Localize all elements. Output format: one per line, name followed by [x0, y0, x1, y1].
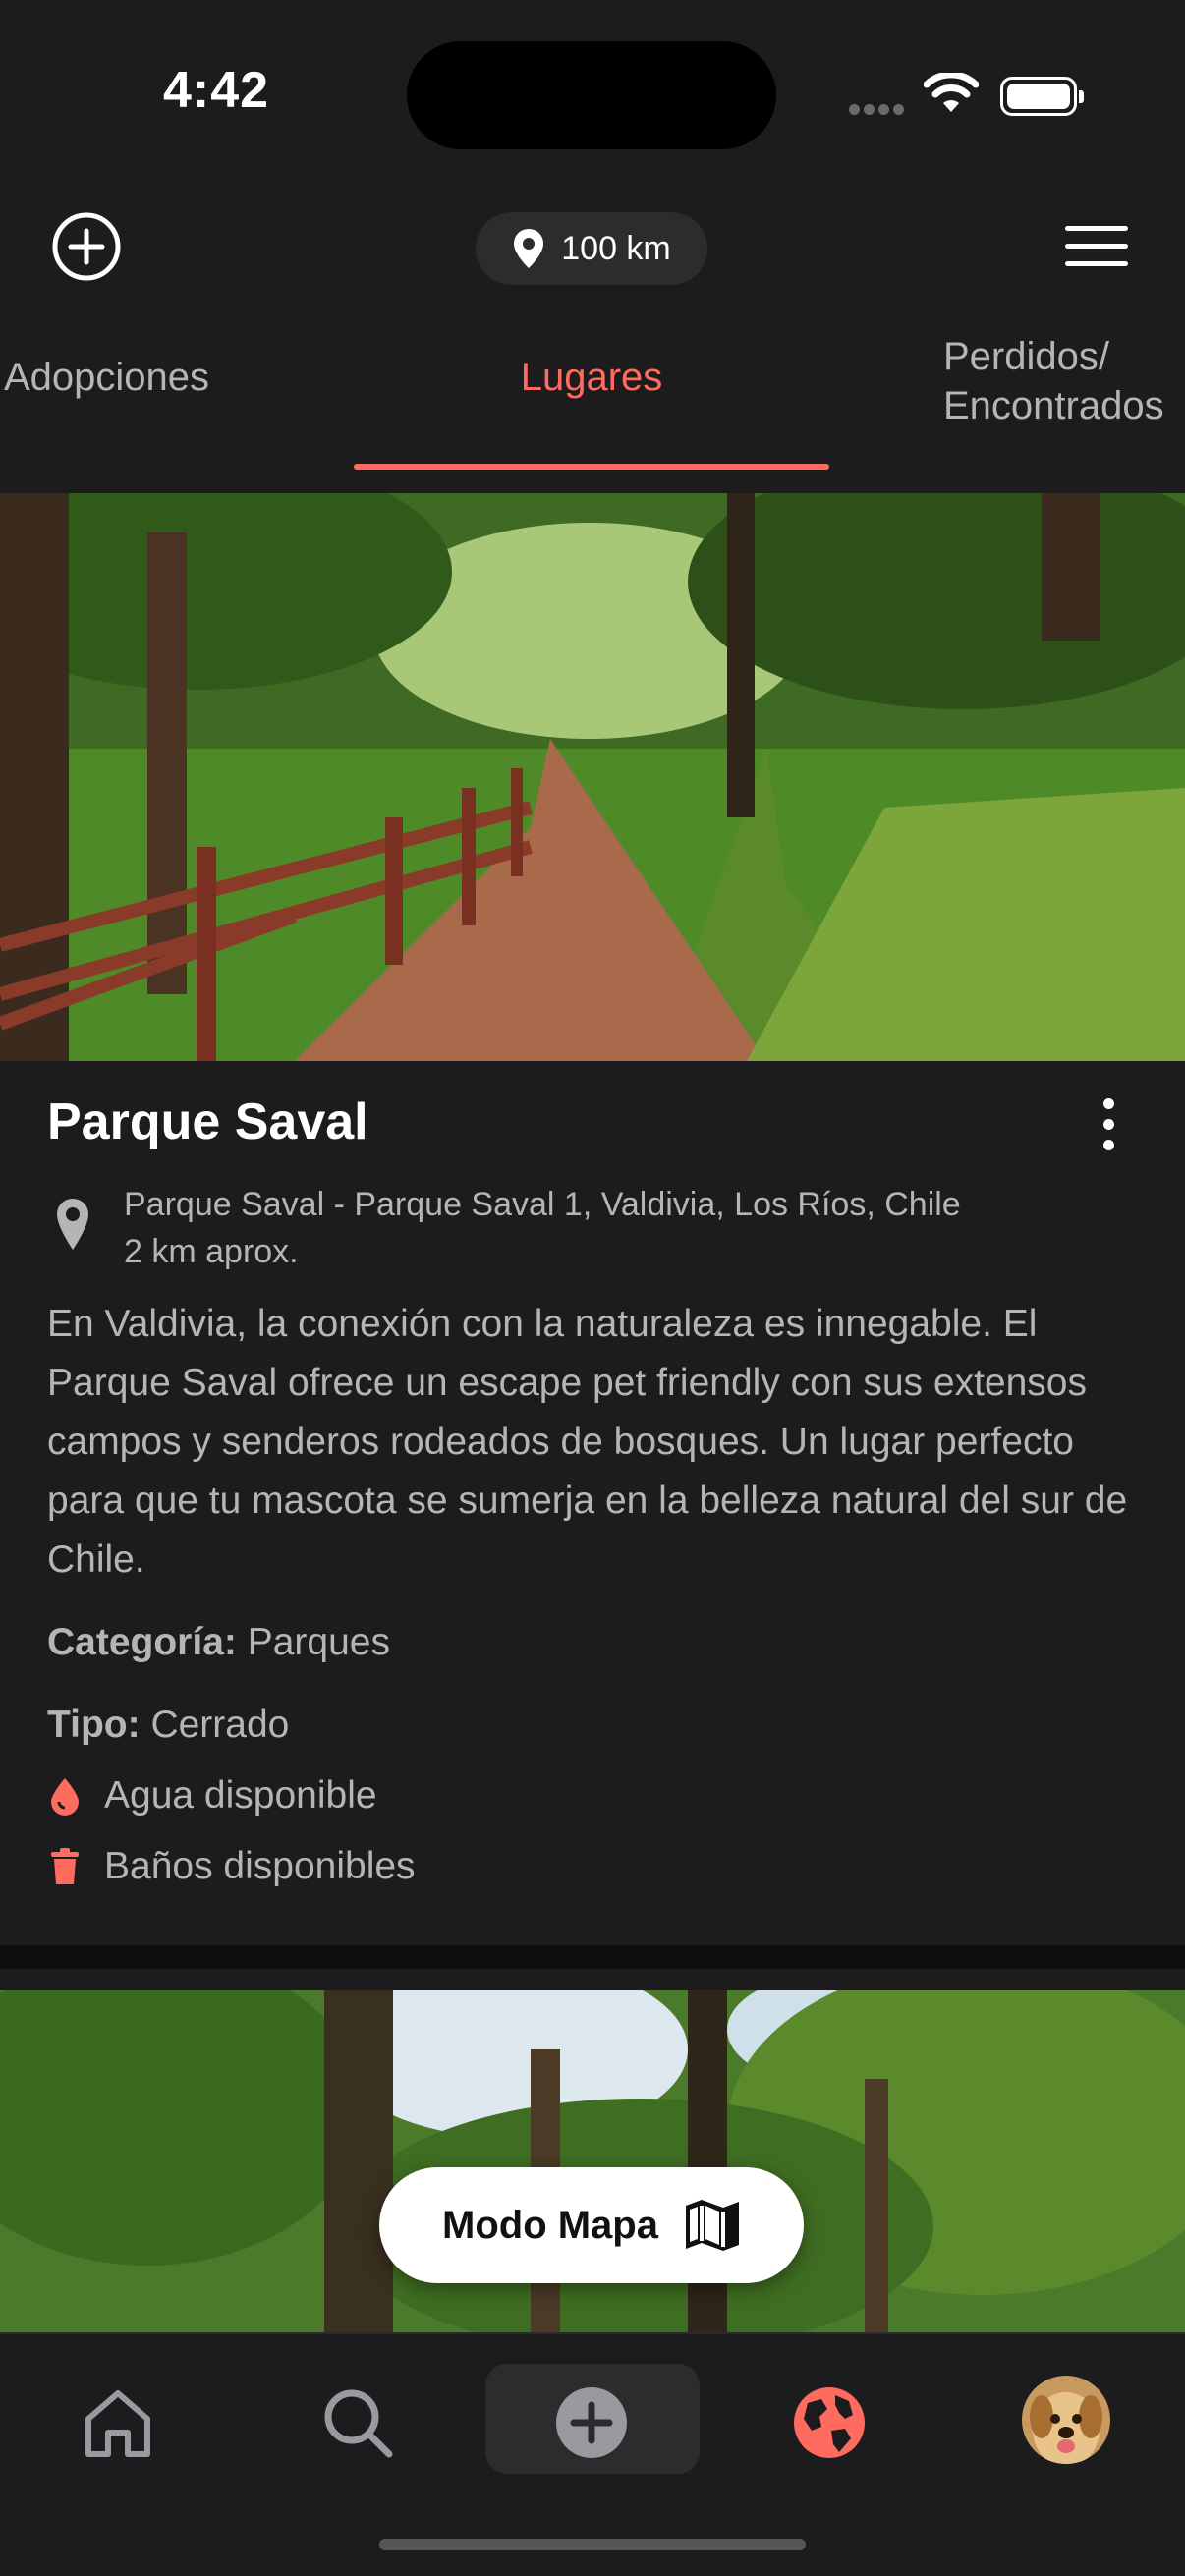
home-icon[interactable] [81, 2385, 155, 2460]
dynamic-island [407, 41, 776, 149]
location-pin-icon [514, 229, 544, 268]
place-description: En Valdivia, la conexión con la naturale… [47, 1303, 1128, 1581]
status-time: 4:42 [163, 62, 270, 119]
place-distance: 2 km aprox. [124, 1233, 299, 1270]
feature-water-label: Agua disponible [104, 1774, 377, 1817]
feature-bathrooms: Baños disponibles [47, 1845, 416, 1888]
search-icon[interactable] [320, 2385, 395, 2460]
tab-lugares[interactable]: Lugares [354, 356, 829, 400]
card-divider [0, 1945, 1185, 1969]
hamburger-icon [1065, 226, 1128, 231]
category-value: Parques [247, 1621, 390, 1663]
plus-circle-icon [556, 2387, 627, 2458]
place-type: Tipo: Cerrado [47, 1704, 289, 1747]
globe-icon[interactable] [792, 2385, 867, 2460]
place-address: Parque Saval - Parque Saval 1, Valdivia,… [124, 1186, 961, 1223]
map-mode-button[interactable]: Modo Mapa [379, 2167, 804, 2283]
distance-label: 100 km [561, 229, 671, 267]
type-label: Tipo: [47, 1704, 141, 1746]
home-indicator [379, 2539, 806, 2550]
category-label: Categoría: [47, 1621, 237, 1663]
map-icon [685, 2200, 739, 2251]
location-pin-icon [57, 1199, 88, 1250]
trash-icon [51, 1848, 79, 1884]
place-title: Parque Saval [47, 1093, 368, 1150]
add-post-button[interactable] [51, 211, 122, 282]
feature-water: Agua disponible [47, 1774, 377, 1818]
menu-button[interactable] [1065, 226, 1128, 269]
more-vertical-icon [1102, 1098, 1114, 1109]
wifi-icon [924, 73, 979, 112]
type-value: Cerrado [150, 1704, 290, 1746]
water-drop-icon [51, 1778, 79, 1816]
cellular-signal-icon [849, 102, 908, 115]
distance-filter-button[interactable]: 100 km [476, 212, 707, 285]
active-tab-indicator [354, 464, 829, 470]
map-mode-label: Modo Mapa [442, 2203, 658, 2247]
tab-adopciones[interactable]: Adopciones [4, 356, 209, 400]
battery-icon [1000, 77, 1084, 116]
place-photo[interactable] [0, 493, 1185, 1061]
avatar[interactable] [1022, 2376, 1110, 2464]
tab-perdidos-encontrados[interactable]: Perdidos/ Encontrados [943, 332, 1164, 430]
tab-perdidos-label: Perdidos/ Encontrados [943, 335, 1164, 427]
more-options-button[interactable] [1091, 1098, 1126, 1157]
place-address-block: Parque Saval - Parque Saval 1, Valdivia,… [124, 1181, 961, 1275]
place-category: Categoría: Parques [47, 1621, 390, 1664]
feature-bathrooms-label: Baños disponibles [104, 1845, 416, 1887]
